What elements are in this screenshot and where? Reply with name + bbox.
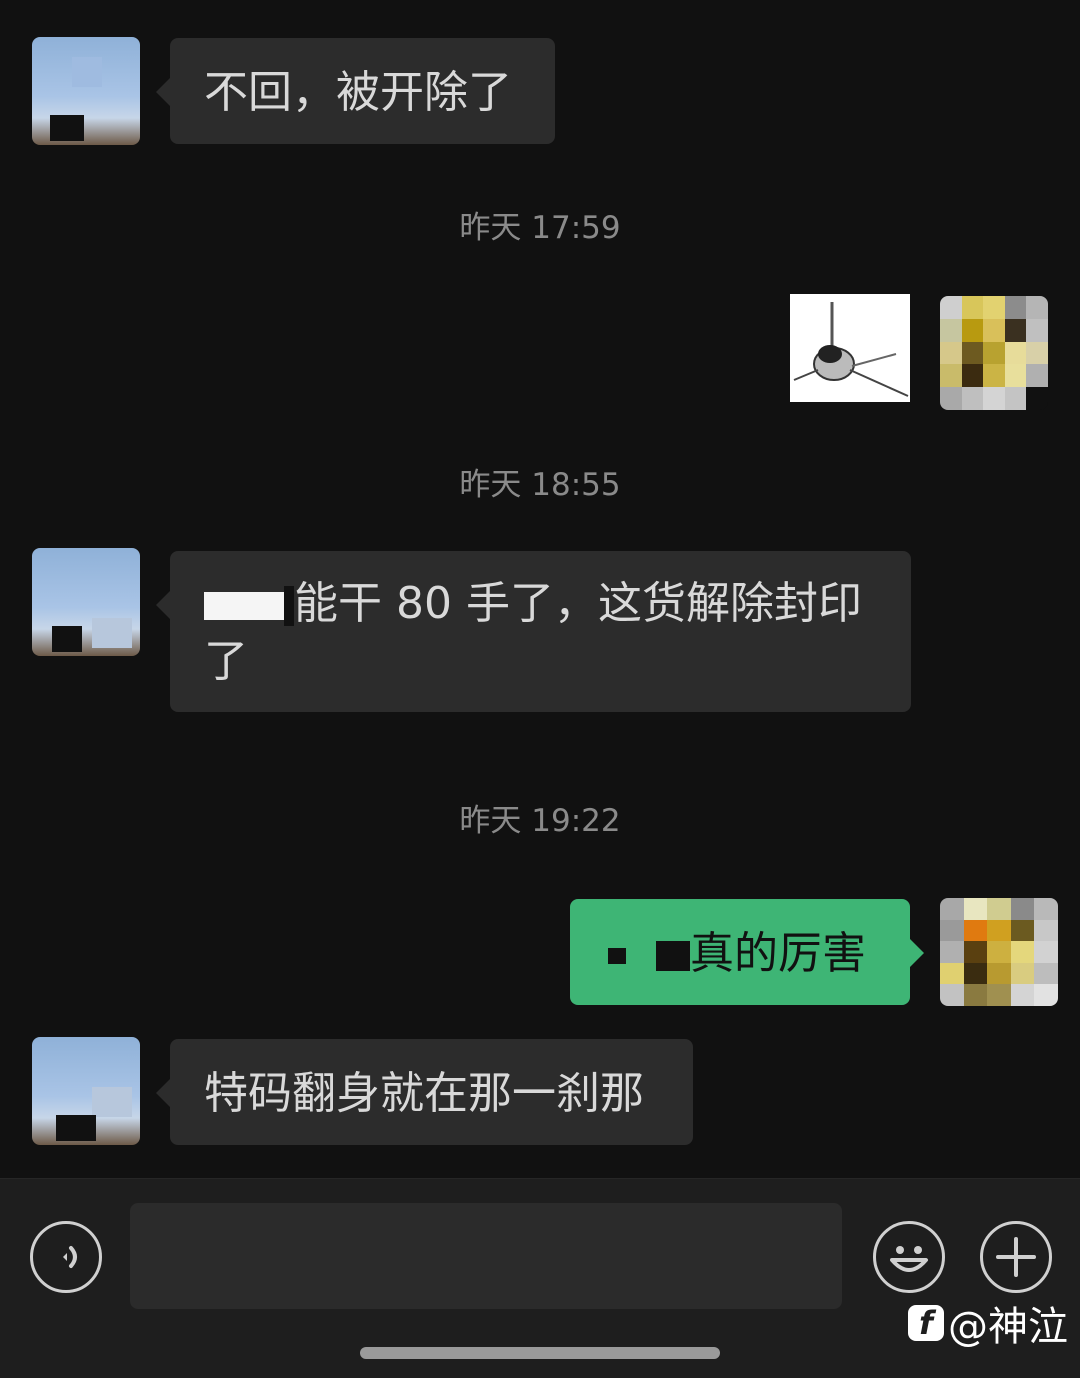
message-text: 真的厉害 [690,928,866,979]
message-bubble[interactable]: 不回，被开除了 [156,38,555,144]
plus-icon [996,1237,1036,1277]
my-message-bubble[interactable]: 真的厉害 [570,899,924,1005]
input-bar: f @神泣 [0,1178,1080,1378]
home-indicator[interactable] [360,1347,720,1359]
sticker-figure-icon [793,302,909,397]
voice-icon [63,1246,77,1268]
emoji-icon [890,1246,928,1272]
timestamp: 昨天 19:22 [459,803,621,839]
watermark-logo: f [908,1305,944,1341]
message-bubble[interactable]: 能干 80 手了，这货解除封印 了 [156,551,911,712]
timestamp: 昨天 18:55 [459,467,621,503]
watermark: f @神泣 [908,1294,1068,1352]
contact-avatar[interactable] [32,1037,140,1145]
message-text: 不回，被开除了 [204,67,512,118]
sticker-image[interactable] [790,294,910,402]
message-text: 能干 80 手了，这货解除封印 [294,578,862,629]
redacted-block [204,592,284,620]
message-line: 能干 80 手了，这货解除封印 [204,575,877,633]
contact-avatar[interactable] [32,548,140,656]
redacted-block [608,948,626,964]
emoji-button[interactable] [873,1221,945,1293]
more-button[interactable] [980,1221,1052,1293]
contact-avatar[interactable] [32,37,140,145]
voice-button[interactable] [30,1221,102,1293]
watermark-text: @神泣 [948,1304,1068,1350]
message-text: 特码翻身就在那一刹那 [204,1068,644,1119]
message-line: 了 [204,636,248,687]
timestamp: 昨天 17:59 [459,210,621,246]
my-avatar[interactable] [940,296,1048,410]
chat-screen: 不回，被开除了 昨天 17:59 昨天 18:55 能干 80 手了，这货解除封… [0,0,1080,1378]
redacted-block [656,941,690,971]
redacted-block [284,586,294,626]
my-avatar[interactable] [940,898,1058,1006]
message-input[interactable] [130,1203,842,1309]
message-bubble[interactable]: 特码翻身就在那一刹那 [156,1039,693,1145]
